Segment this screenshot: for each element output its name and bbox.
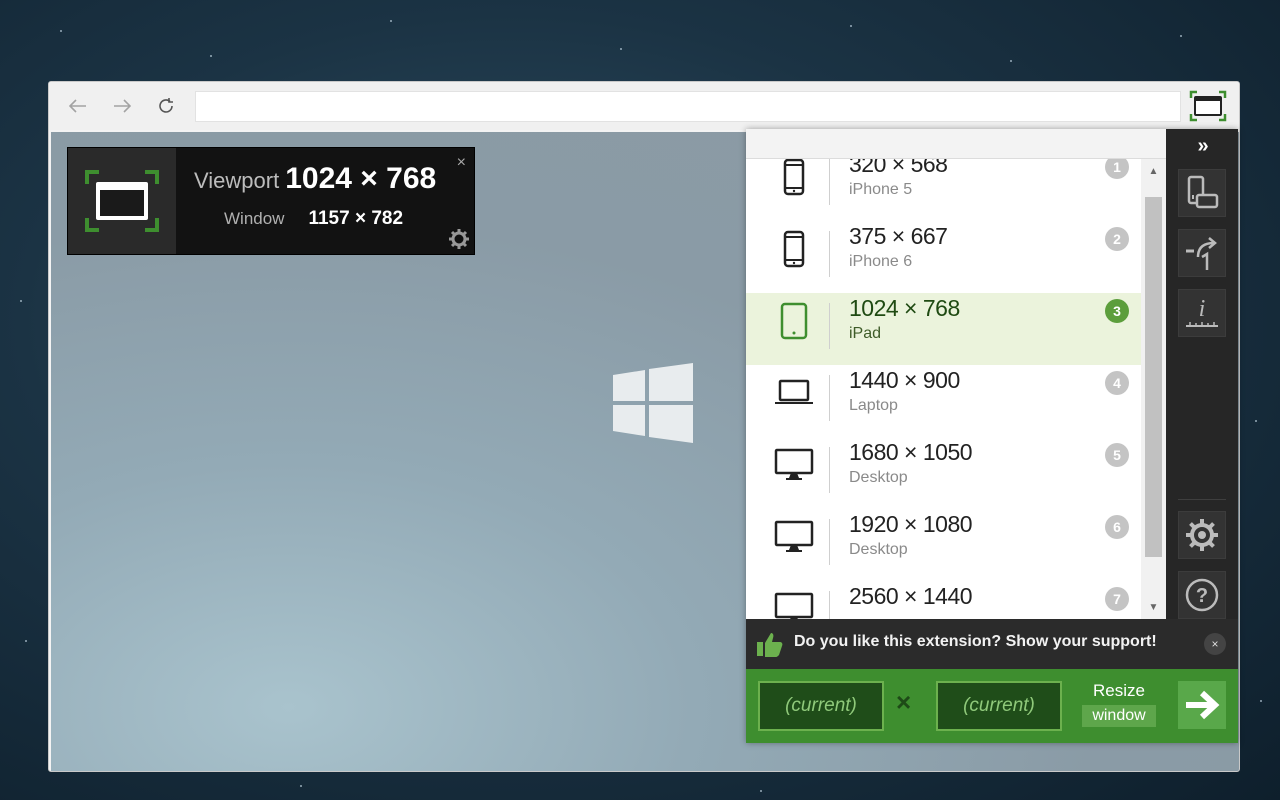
preset-separator (829, 231, 830, 277)
sidebar-divider (1178, 499, 1226, 500)
times-symbol: × (896, 687, 912, 717)
scroll-down-icon[interactable]: ▼ (1141, 595, 1166, 619)
preset-size: 1440 × 900 (849, 367, 960, 393)
desktop-icon (770, 517, 818, 557)
svg-text:?: ? (1196, 585, 1208, 607)
back-button[interactable] (65, 93, 91, 119)
viewport-overlay-text: Viewport 1024 × 768 Window 1157 × 782 × (176, 148, 474, 254)
resize-label-line2: window (1082, 705, 1156, 727)
window-resizer-icon (85, 170, 159, 232)
arrow-right-icon (1186, 690, 1220, 720)
resize-window-button[interactable] (1178, 681, 1226, 729)
preset-name: iPhone 5 (849, 181, 913, 198)
preset-item[interactable]: 320 × 568 iPhone 5 1 (746, 159, 1141, 221)
support-close-button[interactable]: × (1204, 633, 1226, 655)
preset-size: 375 × 667 (849, 223, 948, 249)
resizer-popup: 320 × 568 iPhone 5 1 375 × 667 iPhone 6 2 1024… (746, 129, 1238, 743)
support-text: Do you like this extension? Show your su… (794, 633, 1157, 650)
preset-number-badge: 1 (1105, 159, 1129, 179)
preset-number-badge: 6 (1105, 515, 1129, 539)
forward-button[interactable] (109, 93, 135, 119)
back-arrow-icon (69, 99, 86, 113)
rotate-viewport-button[interactable] (1178, 169, 1226, 217)
preset-size: 2560 × 1440 (849, 583, 973, 609)
scroll-thumb[interactable] (1145, 197, 1162, 557)
rotate-viewport-icon (1187, 175, 1219, 209)
preset-name: iPhone 6 (849, 253, 913, 270)
height-input[interactable] (936, 681, 1062, 731)
preset-size: 1680 × 1050 (849, 439, 973, 465)
preset-number-badge: 5 (1105, 443, 1129, 467)
window-resizer-icon (1189, 90, 1227, 122)
preset-item[interactable]: 1440 × 900 Laptop 4 (746, 365, 1141, 437)
forward-arrow-icon (114, 99, 131, 113)
preset-name: iPad (849, 325, 882, 342)
preset-separator (829, 159, 830, 205)
overlay-gear-icon[interactable] (448, 228, 470, 250)
presets-shortcut-icon (1186, 237, 1217, 270)
preset-size: 1024 × 768 (849, 295, 960, 321)
window-value: 1157 × 782 (308, 208, 404, 229)
preset-name: Desktop (849, 469, 908, 486)
preset-number-badge: 2 (1105, 227, 1129, 251)
preset-item[interactable]: 1680 × 1050 Desktop 5 (746, 437, 1141, 509)
thumbs-up-icon (757, 633, 783, 657)
settings-button[interactable] (1178, 511, 1226, 559)
preset-item[interactable]: 2560 × 1440 7 (746, 581, 1141, 619)
scroll-up-icon[interactable]: ▲ (1141, 159, 1166, 183)
resize-window-label: Resize window (1076, 681, 1162, 727)
preset-separator (829, 447, 830, 493)
reload-button[interactable] (153, 93, 179, 119)
browser-toolbar (49, 82, 1239, 130)
settings-gear-icon (1186, 519, 1218, 551)
preset-item[interactable]: 375 × 667 iPhone 6 2 (746, 221, 1141, 293)
preset-item[interactable]: 1920 × 1080 Desktop 6 (746, 509, 1141, 581)
preset-size: 1920 × 1080 (849, 511, 973, 537)
phone-icon (770, 229, 818, 269)
help-icon: ? (1185, 578, 1219, 612)
resize-label-line1: Resize (1093, 681, 1145, 700)
presets-shortcut-button[interactable] (1178, 229, 1226, 277)
preset-list-header (746, 129, 1166, 159)
window-resizer-extension-button[interactable] (1189, 90, 1227, 122)
overlay-close-button[interactable]: × (457, 154, 466, 172)
preset-number-badge: 3 (1105, 299, 1129, 323)
help-button[interactable]: ? (1178, 571, 1226, 619)
desktop-icon (770, 445, 818, 485)
preset-separator (829, 519, 830, 565)
preset-size: 320 × 568 (849, 159, 948, 177)
viewport-info-icon: i (1186, 296, 1218, 327)
desktop-icon (770, 589, 818, 619)
resize-bar: × Resize window (746, 669, 1238, 743)
preset-number-badge: 4 (1105, 371, 1129, 395)
viewport-info-button[interactable]: i (1178, 289, 1226, 337)
preset-separator (829, 375, 830, 421)
tablet-icon (770, 301, 818, 341)
viewport-overlay-icon-box (68, 148, 176, 254)
window-label: Window (224, 209, 285, 228)
viewport-label: Viewport (194, 168, 280, 193)
preset-scrollbar[interactable]: ▲ ▼ (1141, 159, 1166, 619)
windows-logo-icon (613, 363, 693, 443)
window-row: Window 1157 × 782 (224, 208, 403, 230)
viewport-value: 1024 × 768 (285, 162, 437, 195)
preset-list: 320 × 568 iPhone 5 1 375 × 667 iPhone 6 2 1024… (746, 159, 1166, 619)
preset-number-badge: 7 (1105, 587, 1129, 611)
support-banner: Do you like this extension? Show your su… (746, 619, 1238, 669)
reload-icon (159, 98, 173, 113)
preset-name: Desktop (849, 541, 908, 558)
svg-text:i: i (1199, 296, 1206, 322)
address-bar[interactable] (195, 91, 1181, 122)
width-input[interactable] (758, 681, 884, 731)
preset-separator (829, 303, 830, 349)
tools-sidebar: » i ? (1166, 129, 1238, 619)
preset-separator (829, 591, 830, 619)
phone-icon (770, 159, 818, 197)
collapse-sidebar-button[interactable]: » (1190, 135, 1216, 157)
preset-name: Laptop (849, 397, 898, 414)
laptop-icon (770, 373, 818, 413)
viewport-row: Viewport 1024 × 768 (194, 162, 436, 196)
viewport-info-overlay: Viewport 1024 × 768 Window 1157 × 782 × (67, 147, 475, 255)
preset-item[interactable]: 1024 × 768 iPad 3 (746, 293, 1141, 365)
